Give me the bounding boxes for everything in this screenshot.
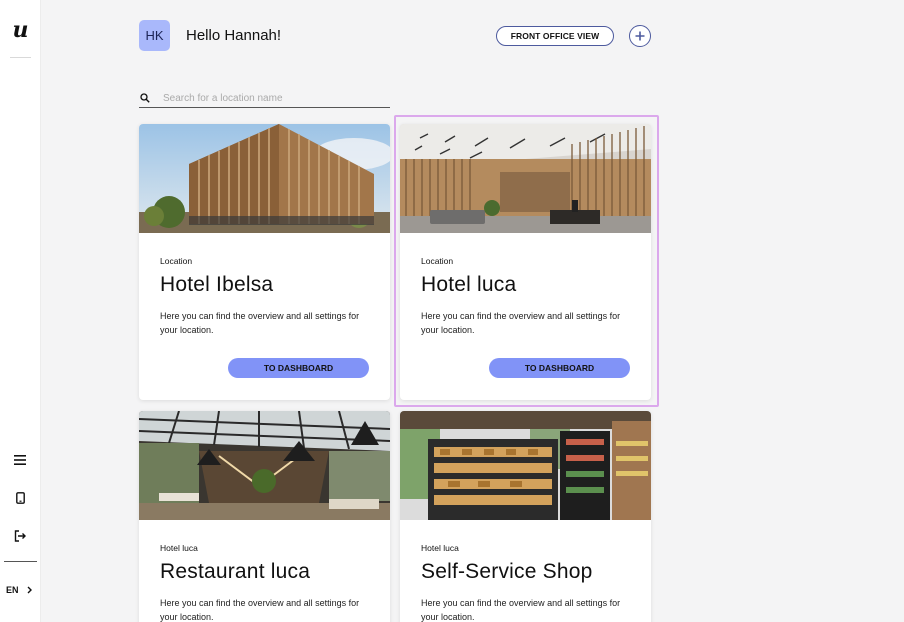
- language-switcher[interactable]: EN: [6, 582, 32, 598]
- language-label: EN: [6, 585, 19, 595]
- card-description: Here you can find the overview and all s…: [421, 598, 621, 622]
- location-image: [400, 411, 651, 520]
- search-bar: [139, 89, 390, 108]
- sidebar-divider: [4, 561, 37, 562]
- search-icon: [139, 92, 151, 104]
- card-title: Restaurant luca: [160, 560, 311, 583]
- card-subtitle: Location: [421, 256, 454, 266]
- sidebar: u EN: [0, 0, 41, 622]
- phone-icon[interactable]: [11, 489, 29, 507]
- location-image: [400, 124, 651, 233]
- sidebar-divider: [10, 57, 31, 58]
- card-subtitle: Location: [160, 256, 193, 266]
- location-image: [139, 411, 390, 520]
- card-title: Self-Service Shop: [421, 560, 593, 583]
- logout-icon[interactable]: [11, 527, 29, 545]
- card-subtitle: Hotel luca: [421, 543, 459, 553]
- plus-icon: [635, 31, 645, 41]
- greeting: Hello Hannah!: [186, 27, 282, 44]
- app-logo[interactable]: u: [0, 16, 41, 44]
- card-description: Here you can find the overview and all s…: [160, 598, 360, 622]
- to-dashboard-button[interactable]: TO DASHBOARD: [489, 358, 630, 378]
- avatar[interactable]: HK: [139, 20, 170, 51]
- to-dashboard-button[interactable]: TO DASHBOARD: [228, 358, 369, 378]
- location-card-hotel-ibelsa: Location Hotel Ibelsa Here you can find …: [139, 124, 390, 400]
- card-title: Hotel luca: [421, 273, 517, 296]
- front-office-view-button[interactable]: FRONT OFFICE VIEW: [496, 26, 614, 46]
- card-description: Here you can find the overview and all s…: [421, 311, 621, 335]
- card-subtitle: Hotel luca: [160, 543, 198, 553]
- location-card-restaurant-luca: Hotel luca Restaurant luca Here you can …: [139, 411, 390, 622]
- menu-icon[interactable]: [11, 451, 29, 469]
- add-location-button[interactable]: [629, 25, 651, 47]
- location-image: [139, 124, 390, 233]
- search-input[interactable]: [163, 92, 383, 104]
- card-description: Here you can find the overview and all s…: [160, 311, 360, 335]
- location-card-self-service-shop: Hotel luca Self-Service Shop Here you ca…: [400, 411, 651, 622]
- location-card-hotel-luca: Location Hotel luca Here you can find th…: [400, 124, 651, 400]
- card-title: Hotel Ibelsa: [160, 273, 274, 296]
- chevron-right-icon: [27, 586, 32, 594]
